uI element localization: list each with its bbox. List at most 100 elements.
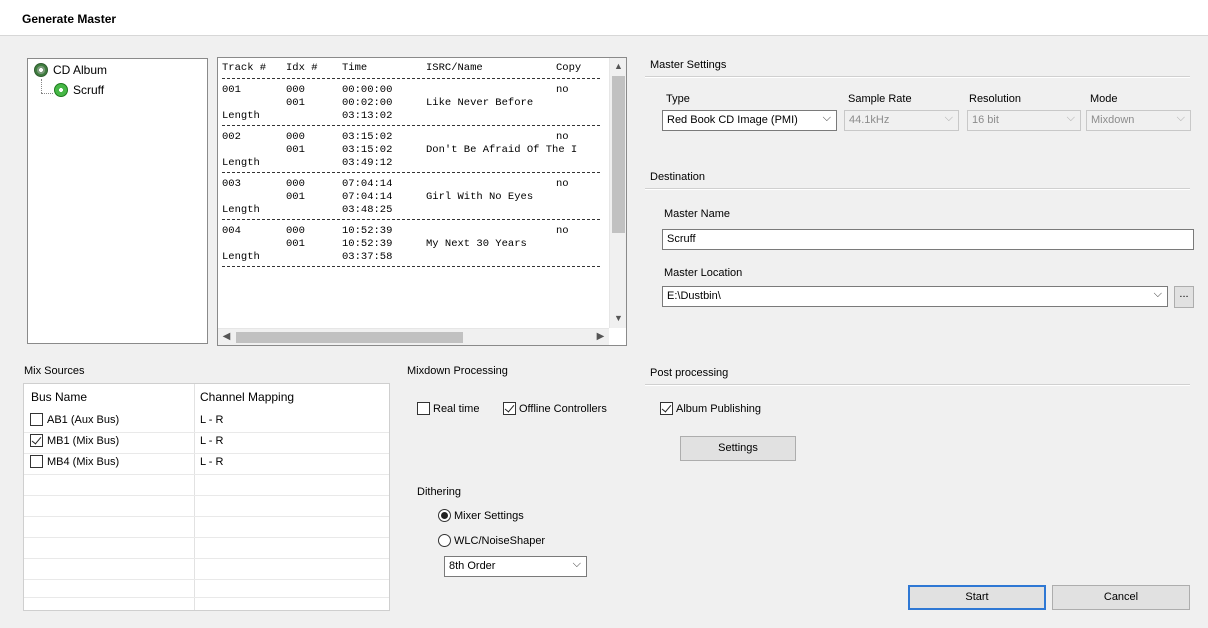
album-publishing-checkbox[interactable] <box>660 402 673 415</box>
index-number: 001 <box>286 144 305 156</box>
post-processing-heading: Post processing <box>650 367 729 379</box>
browse-button[interactable]: ... <box>1174 286 1194 308</box>
track-separator <box>222 266 600 267</box>
scroll-up-icon[interactable]: ▲ <box>610 58 627 75</box>
offline-controllers-checkbox[interactable] <box>503 402 516 415</box>
track-length: 03:48:25 <box>342 204 393 216</box>
track-name: My Next 30 Years <box>426 238 527 250</box>
row-divider <box>24 453 389 454</box>
type-value: Red Book CD Image (PMI) <box>667 114 798 126</box>
track-list[interactable]: Track # Idx # Time ISRC/Name Copy 001 000… <box>217 57 627 346</box>
index-number: 000 <box>286 84 305 96</box>
channel-mapping-cell: L - R <box>200 435 224 447</box>
track-number: 003 <box>222 178 241 190</box>
wlc-noiseshaper-option[interactable]: WLC/NoiseShaper <box>438 534 545 547</box>
bus-checkbox[interactable] <box>30 455 43 468</box>
column-header-idx: Idx # <box>286 62 318 74</box>
length-label: Length <box>222 157 260 169</box>
track-separator <box>222 219 600 220</box>
bus-name: AB1 (Aux Bus) <box>47 413 120 426</box>
chevron-down-icon: ⌵ <box>1176 112 1185 124</box>
bus-row-ab1[interactable]: AB1 (Aux Bus) <box>30 413 119 426</box>
column-header-channel-mapping: Channel Mapping <box>200 390 295 404</box>
tree-item-album[interactable]: CD Album <box>34 63 107 77</box>
divider <box>645 188 1190 190</box>
master-name-value: Scruff <box>667 233 696 245</box>
track-name: Like Never Before <box>426 97 534 109</box>
resolution-label: Resolution <box>969 93 1021 105</box>
channel-mapping-cell: L - R <box>200 456 224 468</box>
type-select[interactable]: Red Book CD Image (PMI) ⌵ <box>662 110 837 131</box>
scroll-right-icon[interactable]: ▶ <box>592 329 609 346</box>
mixer-settings-radio[interactable] <box>438 509 451 522</box>
channel-mapping-cell: L - R <box>200 414 224 426</box>
copy-flag: no <box>556 225 569 237</box>
copy-flag: no <box>556 131 569 143</box>
album-publishing-option[interactable]: Album Publishing <box>660 402 761 415</box>
scroll-left-icon[interactable]: ◀ <box>218 329 235 346</box>
noiseshaper-order-value: 8th Order <box>449 560 496 572</box>
mode-select[interactable]: Mixdown ⌵ <box>1086 110 1191 131</box>
offline-controllers-option[interactable]: Offline Controllers <box>503 402 607 415</box>
mixer-settings-label: Mixer Settings <box>454 509 524 522</box>
resolution-select[interactable]: 16 bit ⌵ <box>967 110 1081 131</box>
tree-item-disc[interactable]: Scruff <box>54 83 104 97</box>
bus-row-mb4[interactable]: MB4 (Mix Bus) <box>30 455 119 468</box>
track-number: 002 <box>222 131 241 143</box>
realtime-checkbox[interactable] <box>417 402 430 415</box>
album-tree[interactable]: CD Album Scruff <box>27 58 208 344</box>
index-number: 001 <box>286 238 305 250</box>
track-number: 004 <box>222 225 241 237</box>
start-button[interactable]: Start <box>908 585 1046 610</box>
master-location-value: E:\Dustbin\ <box>667 290 721 302</box>
master-name-input[interactable]: Scruff <box>662 229 1194 250</box>
mixer-settings-option[interactable]: Mixer Settings <box>438 509 524 522</box>
column-header-bus-name: Bus Name <box>31 390 88 404</box>
row-divider <box>24 597 389 598</box>
scroll-thumb[interactable] <box>236 332 463 343</box>
master-location-combo[interactable]: E:\Dustbin\ ⌵ <box>662 286 1168 307</box>
realtime-option[interactable]: Real time <box>417 402 479 415</box>
row-divider <box>24 495 389 496</box>
row-divider <box>24 579 389 580</box>
wlc-noiseshaper-radio[interactable] <box>438 534 451 547</box>
sample-rate-value: 44.1kHz <box>849 114 890 126</box>
wlc-noiseshaper-label: WLC/NoiseShaper <box>454 534 546 547</box>
cancel-button[interactable]: Cancel <box>1052 585 1190 610</box>
track-separator <box>222 78 600 79</box>
vertical-scrollbar[interactable]: ▲ ▼ <box>609 58 626 328</box>
bus-checkbox[interactable] <box>30 434 43 447</box>
realtime-label: Real time <box>433 402 480 415</box>
horizontal-scrollbar[interactable]: ◀ ▶ <box>218 328 609 345</box>
index-time: 10:52:39 <box>342 238 393 250</box>
noiseshaper-order-select[interactable]: 8th Order ⌵ <box>444 556 587 577</box>
track-separator <box>222 125 600 126</box>
chevron-down-icon: ⌵ <box>944 112 953 124</box>
index-time: 07:04:14 <box>342 191 393 203</box>
mix-sources-heading: Mix Sources <box>24 365 85 377</box>
row-divider <box>24 537 389 538</box>
sample-rate-select[interactable]: 44.1kHz ⌵ <box>844 110 959 131</box>
track-list-content: Track # Idx # Time ISRC/Name Copy 001 000… <box>218 58 609 326</box>
cd-album-icon <box>34 63 48 77</box>
scroll-down-icon[interactable]: ▼ <box>610 310 627 327</box>
index-number: 000 <box>286 225 305 237</box>
column-header-track: Track # <box>222 62 267 74</box>
column-header-time: Time <box>342 62 368 74</box>
resolution-value: 16 bit <box>972 114 999 126</box>
dithering-label: Dithering <box>417 486 462 498</box>
bus-name: MB4 (Mix Bus) <box>47 455 120 468</box>
scroll-thumb[interactable] <box>612 76 625 233</box>
mix-sources-grid[interactable]: Bus Name Channel Mapping AB1 (Aux Bus) L… <box>23 383 390 611</box>
sample-rate-label: Sample Rate <box>848 93 912 105</box>
mixdown-processing-heading: Mixdown Processing <box>407 365 508 377</box>
disc-icon <box>54 83 68 97</box>
divider <box>645 76 1190 78</box>
post-settings-button[interactable]: Settings <box>680 436 796 461</box>
master-name-label: Master Name <box>664 208 731 220</box>
master-settings-heading: Master Settings <box>650 59 727 71</box>
bus-row-mb1[interactable]: MB1 (Mix Bus) <box>30 434 119 447</box>
track-length: 03:49:12 <box>342 157 393 169</box>
index-time: 07:04:14 <box>342 178 393 190</box>
bus-checkbox[interactable] <box>30 413 43 426</box>
